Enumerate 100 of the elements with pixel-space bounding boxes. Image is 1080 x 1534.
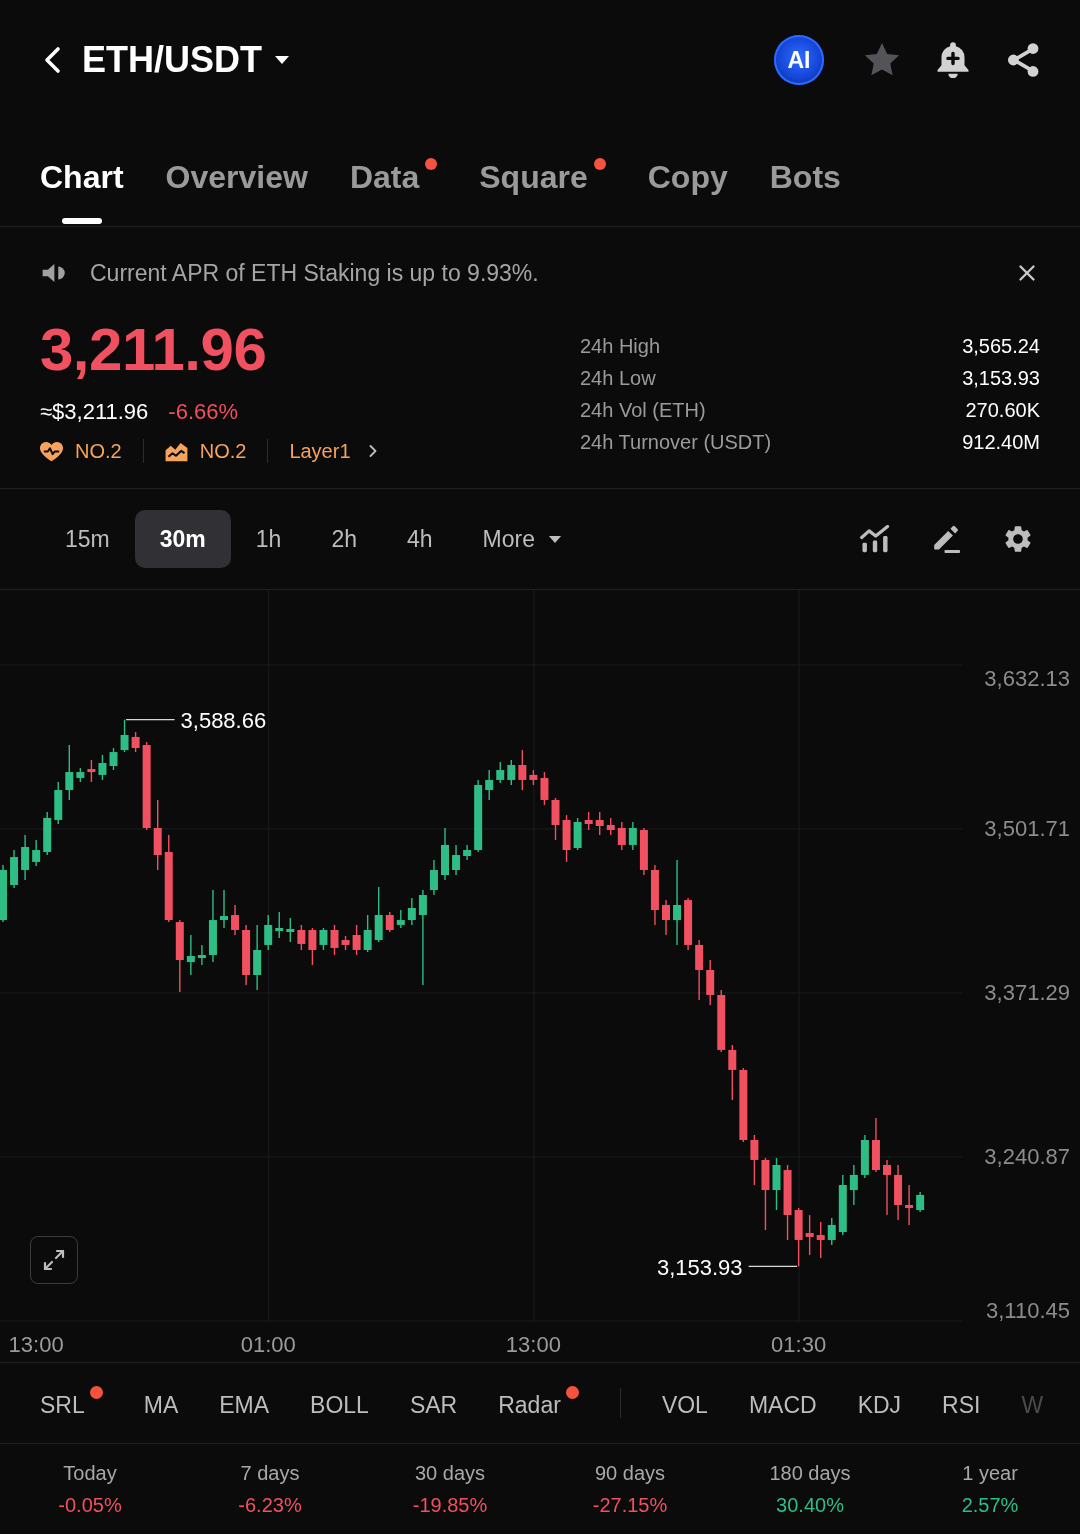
rank-tag[interactable]: NO.2 [164, 436, 247, 466]
timeframe-tab[interactable]: 4h [382, 510, 458, 568]
candlestick [750, 1134, 759, 1186]
bell-plus-icon [936, 42, 970, 78]
tab[interactable]: Square [479, 158, 606, 226]
indicators-button[interactable] [860, 525, 890, 553]
caret-down-icon [274, 55, 290, 65]
favorite-button[interactable] [864, 42, 900, 78]
extreme-price-label: 3,153.93 [656, 1254, 743, 1280]
candlestick [0, 864, 7, 923]
candlestick [341, 935, 350, 951]
candlestick [529, 769, 538, 786]
period-label: 180 days [769, 1461, 851, 1486]
ai-assistant-button[interactable]: AI [774, 35, 824, 85]
rank-tag[interactable]: NO.2 [40, 436, 122, 466]
back-button[interactable] [42, 46, 62, 74]
tab[interactable]: Copy [647, 158, 728, 226]
candlestick [540, 771, 549, 806]
candlestick [871, 1117, 880, 1173]
candlestick [606, 817, 615, 836]
period-label: Today [63, 1461, 117, 1486]
star-icon [864, 42, 900, 78]
pencil-icon [931, 525, 961, 553]
candlestick [573, 817, 582, 851]
time-axis-label: 01:30 [771, 1331, 827, 1357]
indicator-tab[interactable]: SRL [40, 1386, 103, 1420]
pair-selector[interactable]: ETH/USDT [82, 38, 290, 82]
leader-line [125, 719, 176, 721]
candlestick [186, 934, 195, 976]
indicator-tab[interactable]: MA [143, 1386, 179, 1420]
candlestick [197, 944, 206, 966]
stat-value: 270.60K [965, 398, 1040, 422]
candlestick [43, 811, 52, 856]
period-label: 7 days [240, 1461, 300, 1486]
tab[interactable]: Bots [769, 158, 841, 226]
candlestick [551, 797, 560, 841]
candlestick [286, 917, 295, 943]
candlestick [297, 924, 306, 951]
candlestick [131, 731, 140, 753]
time-axis-label: 13:00 [8, 1331, 64, 1357]
candlestick [772, 1157, 781, 1211]
stat-label: 24h Vol (ETH) [580, 398, 707, 422]
heart-pulse-icon [40, 440, 63, 462]
indicator-tab[interactable]: KDJ [857, 1386, 902, 1420]
period-label: 30 days [414, 1461, 486, 1486]
candlestick [220, 889, 228, 929]
candlestick [87, 759, 96, 783]
candlestick [883, 1159, 891, 1216]
sector-tag[interactable]: Layer1 [289, 436, 383, 466]
candlestick [407, 897, 416, 926]
price-axis-label: 3,501.71 [984, 816, 1070, 842]
tab[interactable]: Chart [40, 158, 124, 226]
indicator-tab[interactable]: MACD [748, 1386, 817, 1420]
price-axis-label: 3,110.45 [986, 1297, 1070, 1323]
tab[interactable]: Overview [165, 158, 308, 226]
candlestick [916, 1191, 925, 1213]
candlestick [98, 754, 107, 781]
more-dropdown[interactable]: More [457, 510, 587, 568]
candlestick [396, 909, 405, 929]
candlestick [21, 834, 30, 881]
candlestick [728, 1044, 737, 1101]
back-icon [42, 46, 62, 74]
indicator-tab[interactable]: BOLL [310, 1386, 369, 1420]
price-axis-label: 3,632.13 [984, 665, 1070, 691]
fiat-price: ≈$3,211.96 [40, 398, 149, 426]
expand-button[interactable] [30, 1236, 78, 1284]
timeframe-tab[interactable]: 2h [306, 510, 382, 568]
candlestick [275, 911, 284, 939]
indicator-tab[interactable]: Radar [498, 1386, 579, 1420]
candlestick [429, 859, 438, 896]
candlestick [849, 1164, 858, 1206]
indicator-tab[interactable]: RSI [942, 1386, 981, 1420]
candlestick [595, 811, 604, 836]
candlestick [76, 767, 85, 783]
candlestick [32, 839, 41, 867]
timeframe-tab[interactable]: 15m [40, 510, 135, 568]
indicator-tab[interactable]: VOL [661, 1386, 708, 1420]
candlestick [507, 759, 516, 786]
timeframe-tab[interactable]: 1h [230, 510, 307, 568]
tab[interactable]: Data [349, 158, 438, 226]
candlestick [662, 899, 670, 936]
stat-value: 3,153.93 [962, 366, 1040, 390]
timeframe-tab[interactable]: 30m [134, 510, 231, 568]
price-axis-label: 3,371.29 [984, 980, 1070, 1006]
candlestick [496, 761, 505, 784]
stat-label: 24h Low [580, 366, 657, 390]
candlestick [485, 769, 494, 801]
candlestick [827, 1217, 836, 1246]
indicator-tab[interactable]: SAR [409, 1386, 458, 1420]
candlestick [860, 1134, 869, 1179]
candlestick [695, 939, 704, 1001]
candlestick [441, 827, 449, 881]
expand-icon [42, 1248, 66, 1272]
indicator-tab[interactable]: EMA [219, 1386, 270, 1420]
drawing-tool-button[interactable] [931, 525, 961, 553]
candlestick [352, 924, 361, 956]
candlestick [54, 781, 63, 825]
candlestick [363, 914, 372, 953]
price-alert-button[interactable] [936, 42, 970, 78]
candlestick [10, 849, 19, 889]
